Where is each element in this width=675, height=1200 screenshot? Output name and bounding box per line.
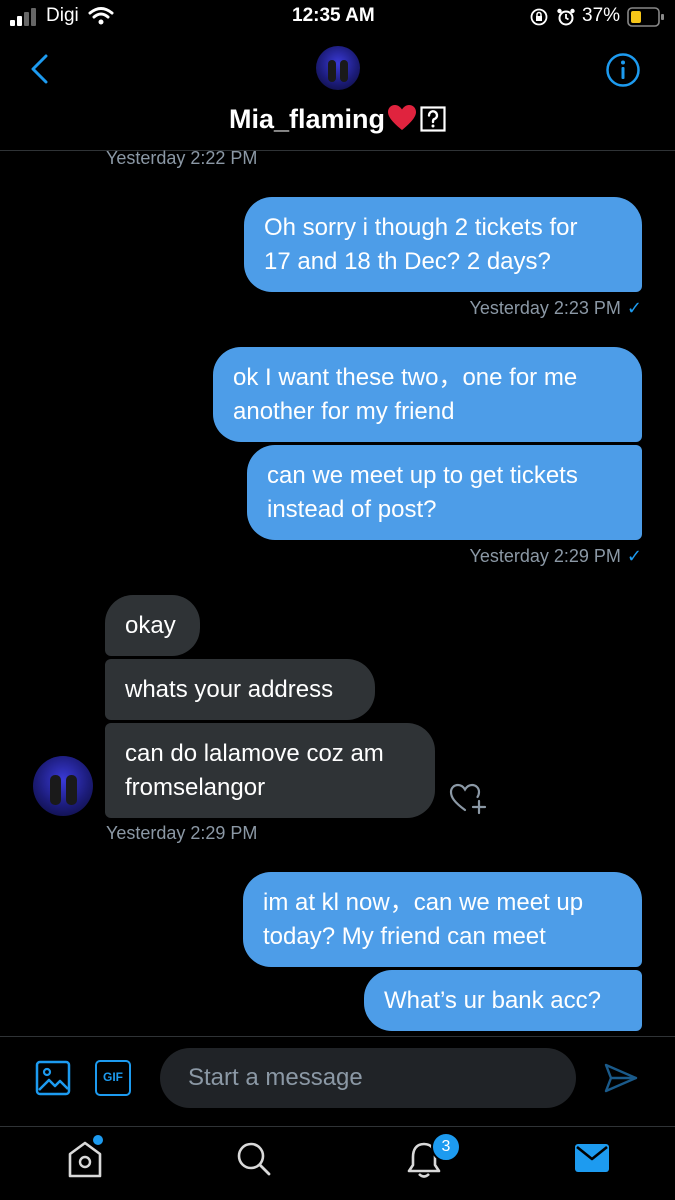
battery-icon xyxy=(627,7,664,27)
header-avatar[interactable] xyxy=(316,46,360,90)
search-icon[interactable] xyxy=(235,1140,273,1178)
home-icon xyxy=(68,1135,103,1178)
sent-check-icon: ✓ xyxy=(626,546,642,566)
heart-emoji-icon xyxy=(387,104,417,139)
nav-divider xyxy=(0,1126,675,1127)
unknown-glyph-icon xyxy=(420,106,446,139)
back-button[interactable] xyxy=(28,54,50,84)
header-title[interactable]: Mia_flaming xyxy=(0,104,675,139)
message-timestamp: Yesterday 2:22 PM xyxy=(106,148,258,168)
carrier-name: Digi xyxy=(46,5,79,26)
gif-button[interactable]: GIF xyxy=(95,1060,131,1096)
clock: 12:35 AM xyxy=(292,5,375,26)
sent-check-icon: ✓ xyxy=(626,298,642,318)
info-button[interactable] xyxy=(605,52,641,88)
rotation-lock-icon xyxy=(530,8,548,26)
messages-icon[interactable] xyxy=(574,1143,610,1173)
outgoing-message[interactable]: can we meet up to get tickets instead of … xyxy=(247,445,642,540)
outgoing-message[interactable]: What’s ur bank acc? xyxy=(364,970,642,1031)
alarm-icon xyxy=(557,8,575,26)
message-timestamp: Yesterday 2:23 PM ✓ xyxy=(469,298,642,318)
incoming-message[interactable]: can do lalamove coz am fromselangor xyxy=(105,723,435,818)
nav-home[interactable] xyxy=(64,1134,108,1180)
message-timestamp: Yesterday 2:29 PM ✓ xyxy=(469,546,642,566)
outgoing-message[interactable]: ok I want these two，one for me another fo… xyxy=(213,347,642,442)
message-input[interactable] xyxy=(160,1048,576,1108)
signal-icon xyxy=(10,8,36,26)
username: Mia_flaming xyxy=(228,104,386,134)
outgoing-message[interactable]: Oh sorry i though 2 tickets for 17 and 18… xyxy=(244,197,642,292)
battery-percent: 37% xyxy=(582,5,621,26)
add-photo-button[interactable] xyxy=(35,1060,71,1096)
send-button[interactable] xyxy=(603,1062,639,1094)
nav-notifications[interactable]: 3 xyxy=(404,1132,464,1180)
outgoing-message[interactable]: im at kl now，can we meet up today? My fri… xyxy=(243,872,642,967)
incoming-message[interactable]: okay xyxy=(105,595,200,656)
notifications-badge: 3 xyxy=(431,1132,461,1162)
wifi-icon xyxy=(88,7,114,25)
message-timestamp: Yesterday 2:29 PM xyxy=(106,823,258,843)
header-divider xyxy=(0,150,675,151)
add-reaction-heart-icon[interactable] xyxy=(448,780,488,816)
composer-divider xyxy=(0,1036,675,1037)
incoming-message[interactable]: whats your address xyxy=(105,659,375,720)
sender-avatar[interactable] xyxy=(33,756,93,816)
